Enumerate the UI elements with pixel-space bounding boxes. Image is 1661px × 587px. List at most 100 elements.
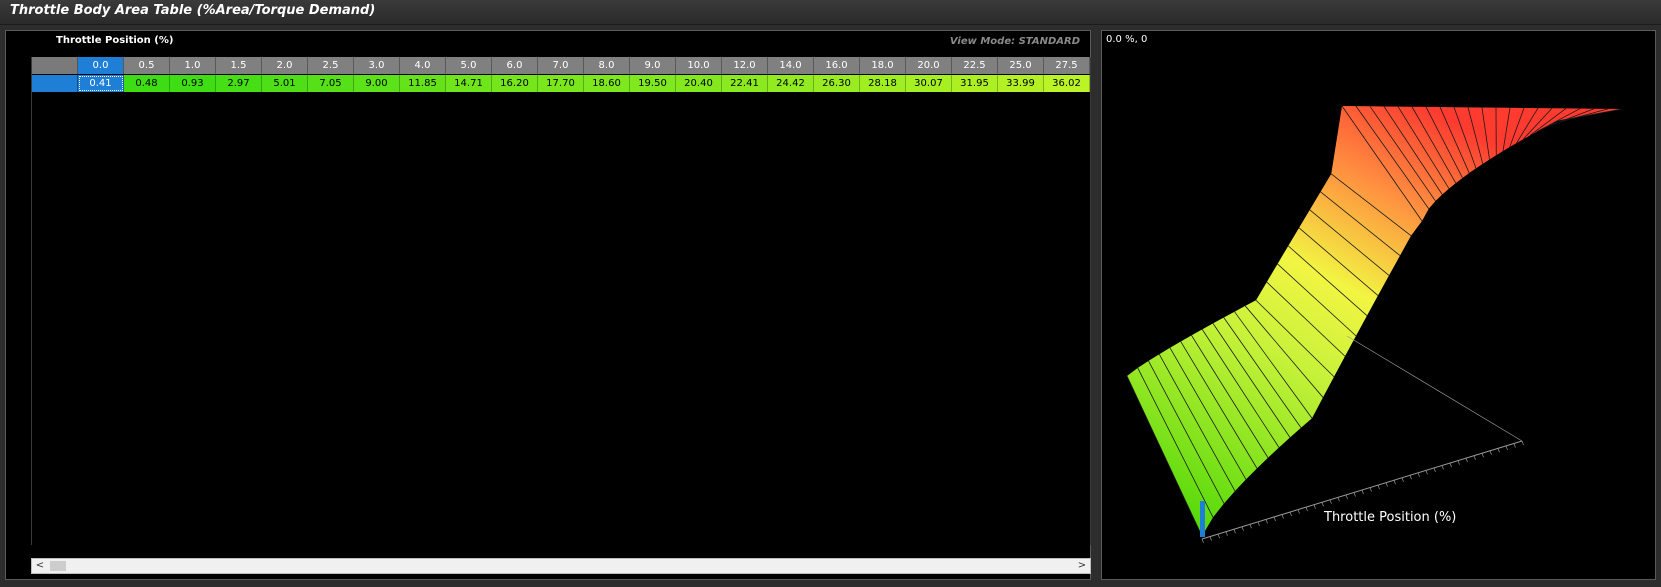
table-cell[interactable]: 0.93 (170, 75, 216, 92)
x-axis-tick (1433, 467, 1436, 473)
x-axis-tick (1361, 489, 1364, 495)
table-cell[interactable]: 5.01 (262, 75, 308, 92)
throttle-body-area-window: Throttle Body Area Table (%Area/Torque D… (0, 0, 1661, 587)
column-header-cell[interactable]: 7.0 (538, 57, 584, 74)
table-cell[interactable]: 9.00 (354, 75, 400, 92)
x-axis-tick (1241, 526, 1244, 531)
x-axis-tick (1497, 448, 1500, 453)
column-header-cell[interactable]: 12.0 (722, 57, 768, 74)
x-axis-label: Throttle Position (%) (56, 35, 174, 46)
surface-fill (1127, 106, 1622, 536)
x-axis-tick (1521, 440, 1524, 446)
table-cell[interactable]: 2.97 (216, 75, 262, 92)
x-axis-tick (1369, 487, 1372, 492)
column-header-cell[interactable]: 8.0 (584, 57, 630, 74)
column-header-row: 0.0 0.5 1.0 1.5 2.0 2.5 3.0 4.0 5.0 6.0 7.0 8.0 9.0 1… (32, 57, 1090, 74)
column-header-cell[interactable]: 9.0 (630, 57, 676, 74)
graph-x-axis-title: Throttle Position (%) (1323, 510, 1456, 525)
x-axis-tick (1305, 507, 1308, 512)
table-cell[interactable]: 7.05 (308, 75, 354, 92)
scrollbar-thumb[interactable] (50, 561, 66, 571)
window-titlebar: Throttle Body Area Table (%Area/Torque D… (0, 0, 1661, 25)
x-axis-tick (1473, 455, 1476, 460)
x-axis-tick (1409, 475, 1412, 480)
x-axis-tick (1441, 465, 1444, 470)
x-axis-tick (1457, 460, 1460, 465)
column-header-cell[interactable]: 1.5 (216, 57, 262, 74)
table-cell[interactable]: 22.41 (722, 75, 768, 92)
x-axis-tick (1481, 453, 1484, 458)
x-axis-tick (1513, 443, 1516, 448)
table-cell[interactable]: 26.30 (814, 75, 860, 92)
table-cell[interactable]: 0.41 (78, 75, 124, 92)
column-header-cell[interactable]: 22.5 (952, 57, 998, 74)
column-header-cell[interactable]: 10.0 (676, 57, 722, 74)
x-axis-tick (1313, 504, 1316, 509)
column-header-cell[interactable]: 16.0 (814, 57, 860, 74)
x-axis-tick (1465, 458, 1468, 463)
table-panel: Throttle Position (%) View Mode: STANDAR… (5, 30, 1091, 580)
table-cell[interactable]: 19.50 (630, 75, 676, 92)
x-axis-tick (1425, 470, 1428, 475)
table-cell[interactable]: 30.07 (906, 75, 952, 92)
table-cell[interactable]: 17.70 (538, 75, 584, 92)
horizontal-scrollbar[interactable]: < > (31, 558, 1091, 574)
x-axis-tick (1297, 509, 1300, 514)
column-header-cell[interactable]: 20.0 (906, 57, 952, 74)
x-axis-tick (1489, 450, 1492, 455)
column-header-cell[interactable]: 4.0 (400, 57, 446, 74)
x-axis-tick (1401, 477, 1404, 482)
table-cell[interactable]: 31.95 (952, 75, 998, 92)
column-header-cell[interactable]: 18.0 (860, 57, 906, 74)
x-axis-tick (1273, 516, 1276, 522)
column-header-cell[interactable]: 14.0 (768, 57, 814, 74)
table-cell[interactable]: 33.99 (998, 75, 1044, 92)
x-axis-tick (1345, 494, 1348, 500)
column-header-cell[interactable]: 0.5 (124, 57, 170, 74)
table-cell[interactable]: 28.18 (860, 75, 906, 92)
scroll-right-button[interactable]: > (1074, 559, 1090, 573)
table-cell[interactable]: 18.60 (584, 75, 630, 92)
x-axis-tick (1249, 524, 1252, 529)
table-cell[interactable]: 14.71 (446, 75, 492, 92)
x-axis-tick (1289, 511, 1292, 517)
table-cell[interactable]: 36.02 (1044, 75, 1090, 92)
x-axis-tick (1321, 502, 1324, 507)
x-axis-tick (1385, 482, 1388, 487)
x-axis-tick (1417, 472, 1420, 477)
column-header-cell[interactable]: 5.0 (446, 57, 492, 74)
table-cell[interactable]: 11.85 (400, 75, 446, 92)
x-axis-tick (1217, 533, 1220, 539)
x-axis-tick (1449, 462, 1452, 468)
x-axis-tick (1225, 531, 1228, 536)
column-header-cell[interactable]: 6.0 (492, 57, 538, 74)
column-header-cell[interactable]: 27.5 (1044, 57, 1090, 74)
x-axis-tick (1209, 536, 1212, 541)
column-header-cell[interactable]: 1.0 (170, 57, 216, 74)
table-cell[interactable]: 16.20 (492, 75, 538, 92)
x-axis-tick (1353, 492, 1356, 497)
table-grid: 0.0 0.5 1.0 1.5 2.0 2.5 3.0 4.0 5.0 6.0 7.0 8.0 9.0 1… (31, 57, 1091, 545)
x-axis-tick (1329, 499, 1332, 504)
scroll-left-button[interactable]: < (32, 559, 48, 573)
x-axis-tick (1201, 538, 1204, 544)
table-cell[interactable]: 0.48 (124, 75, 170, 92)
window-title: Throttle Body Area Table (%Area/Torque D… (10, 3, 376, 18)
grid-edge-line (1346, 335, 1523, 442)
column-header-cell[interactable]: 25.0 (998, 57, 1044, 74)
column-header-cell[interactable]: 2.0 (262, 57, 308, 74)
table-row: 0.41 0.48 0.93 2.97 5.01 7.05 9.00 11.85 14.71 16… (32, 75, 1090, 92)
table-cell[interactable]: 20.40 (676, 75, 722, 92)
surface-3d-view[interactable]: 0.0 %, 0 Throttle Position (%) (1101, 30, 1656, 580)
surface-plot[interactable]: Throttle Position (%) (1102, 31, 1655, 579)
x-axis-tick (1233, 529, 1236, 534)
column-header-cell[interactable]: 2.5 (308, 57, 354, 74)
x-axis-tick (1257, 521, 1260, 526)
column-header-cell[interactable]: 3.0 (354, 57, 400, 74)
column-header-cell[interactable]: 0.0 (78, 57, 124, 74)
table-cell[interactable]: 24.42 (768, 75, 814, 92)
cursor-marker (1200, 501, 1205, 537)
row-header-cell[interactable] (32, 75, 78, 92)
view-mode-indicator: View Mode: STANDARD (949, 36, 1080, 47)
table-corner-cell[interactable] (32, 57, 78, 74)
